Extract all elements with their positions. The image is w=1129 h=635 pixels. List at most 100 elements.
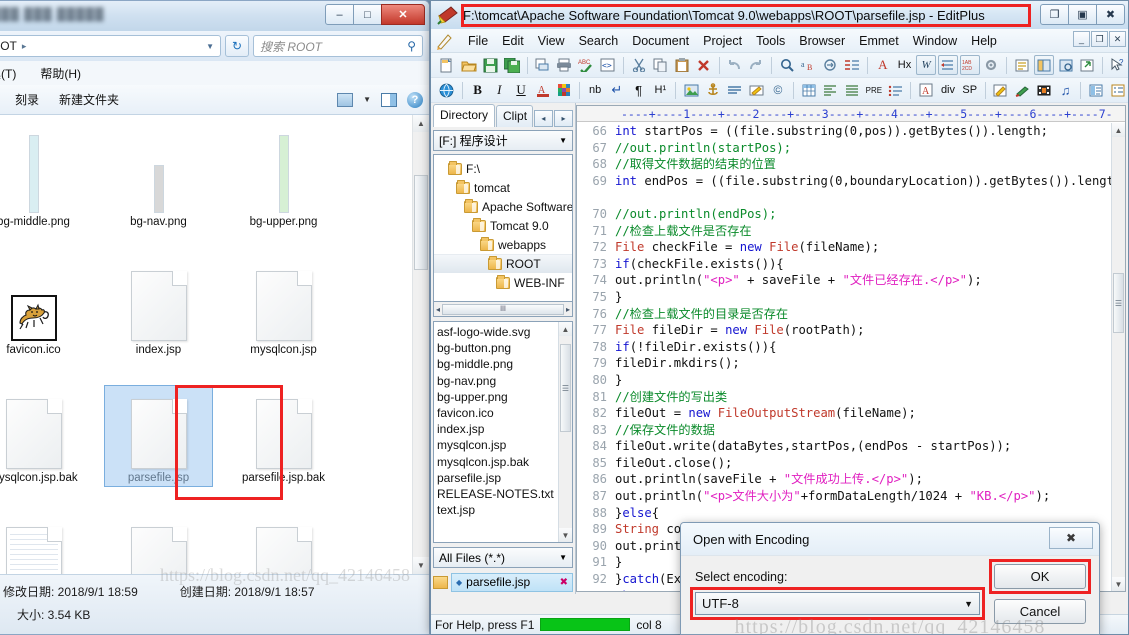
tree-node-root-selected[interactable]: ROOT: [434, 254, 572, 273]
list-item[interactable]: RELEASE-NOTES.txt: [437, 486, 572, 502]
script-icon[interactable]: [991, 80, 1011, 100]
tree-node-apache-software[interactable]: Apache Software: [434, 197, 572, 216]
indent-icon[interactable]: [842, 55, 862, 75]
anchor-icon[interactable]: [703, 80, 723, 100]
document-tab-parsefile[interactable]: ◆ parsefile.jsp ✖: [451, 572, 573, 592]
table-icon[interactable]: [799, 80, 819, 100]
tree-node-webapps[interactable]: webapps: [434, 235, 572, 254]
menu-project[interactable]: Project: [696, 32, 749, 50]
chevron-down-icon[interactable]: ▼: [363, 95, 371, 104]
scrollbar-thumb[interactable]: [414, 175, 428, 270]
file-item[interactable]: bg-middle.png: [0, 127, 96, 255]
auto-indent-icon[interactable]: [938, 55, 958, 75]
underline-icon[interactable]: U: [511, 80, 531, 100]
file-item[interactable]: bg-nav.png: [96, 127, 221, 255]
undo-icon[interactable]: [725, 55, 745, 75]
tab-next-button[interactable]: ▸: [553, 110, 573, 127]
explorer-titlebar[interactable]: ████ ███ ███ █████ – □ ✕: [0, 1, 429, 31]
new-file-icon[interactable]: [437, 55, 457, 75]
select-icon[interactable]: [1108, 80, 1128, 100]
list-item[interactable]: bg-nav.png: [437, 373, 572, 389]
file-item[interactable]: [96, 511, 221, 574]
file-item[interactable]: bg-upper.png: [221, 127, 346, 255]
drive-select[interactable]: [F:] 程序设计 ▼: [433, 130, 573, 151]
scroll-right-icon[interactable]: ▸: [566, 305, 570, 314]
video-icon[interactable]: [1034, 80, 1054, 100]
help-pointer-icon[interactable]: ?: [1108, 55, 1128, 75]
css-icon[interactable]: [1012, 80, 1032, 100]
list-icon[interactable]: [886, 80, 906, 100]
menu-file[interactable]: File: [461, 32, 495, 50]
save-all-icon[interactable]: [502, 55, 522, 75]
output-window-icon[interactable]: [1012, 55, 1032, 75]
explorer-close-button[interactable]: ✕: [381, 4, 425, 25]
save-icon[interactable]: [480, 55, 500, 75]
refresh-icon[interactable]: ↻: [225, 35, 249, 57]
toolbar-new-folder-button[interactable]: 新建文件夹: [59, 91, 119, 108]
folder-icon[interactable]: [433, 575, 448, 589]
file-list-scrollbar[interactable]: ▲ ☰ ▼: [558, 322, 572, 542]
file-item[interactable]: mysqlcon.jsp.bak: [0, 383, 96, 511]
list-item[interactable]: text.jsp: [437, 502, 572, 518]
scroll-down-icon[interactable]: ▼: [1112, 577, 1125, 591]
clip-window-icon[interactable]: [1056, 55, 1076, 75]
chevron-down-icon[interactable]: ▼: [206, 42, 214, 51]
menu-view[interactable]: View: [531, 32, 572, 50]
sp-icon[interactable]: SP: [960, 80, 980, 100]
file-item[interactable]: [221, 511, 346, 574]
color-palette-icon[interactable]: [555, 80, 575, 100]
copyright-icon[interactable]: ©: [768, 80, 788, 100]
delete-icon[interactable]: [694, 55, 714, 75]
scroll-up-icon[interactable]: ▲: [1112, 123, 1125, 137]
settings-icon[interactable]: [982, 55, 1002, 75]
anchor-name-icon[interactable]: A: [916, 80, 936, 100]
menu-browser[interactable]: Browser: [792, 32, 852, 50]
view-mode-icon[interactable]: [337, 92, 354, 107]
tab-directory[interactable]: Directory: [433, 104, 496, 127]
align-left-icon[interactable]: [821, 80, 841, 100]
menu-tools[interactable]: Tools: [749, 32, 792, 50]
explorer-minimize-button[interactable]: –: [325, 4, 354, 25]
dialog-close-button[interactable]: ✖: [1049, 527, 1093, 549]
tree-node-tomcat[interactable]: tomcat: [434, 178, 572, 197]
menu-edit[interactable]: Edit: [495, 32, 531, 50]
breadcrumb[interactable]: ps ▸ ROOT ▸ ▼: [0, 35, 221, 57]
pre-icon[interactable]: PRE: [864, 80, 884, 100]
expand-icon[interactable]: [1077, 55, 1097, 75]
editplus-titlebar[interactable]: F:\tomcat\Apache Software Foundation\Tom…: [431, 1, 1128, 29]
list-item[interactable]: favicon.ico: [437, 405, 572, 421]
paragraph-icon[interactable]: ¶: [629, 80, 649, 100]
tree-node-root-drive[interactable]: F:\: [434, 159, 572, 178]
file-filter-select[interactable]: All Files (*.*) ▼: [433, 547, 573, 568]
tab-prev-button[interactable]: ◂: [533, 110, 553, 127]
explorer-maximize-button[interactable]: □: [353, 4, 382, 25]
file-grid-area[interactable]: bg-middle.png bg-nav.png bg-upper.png fa…: [0, 115, 429, 574]
align-justify-icon[interactable]: [842, 80, 862, 100]
form-icon[interactable]: [746, 80, 766, 100]
cut-icon[interactable]: [629, 55, 649, 75]
help-icon[interactable]: ?: [407, 91, 423, 108]
scroll-up-icon[interactable]: ▲: [413, 115, 429, 132]
search-input[interactable]: 搜索 ROOT ⚲: [253, 35, 423, 57]
browser-icon[interactable]: [437, 80, 457, 100]
list-item[interactable]: mysqlcon.jsp.bak: [437, 454, 572, 470]
cancel-button[interactable]: Cancel: [994, 599, 1086, 624]
tab-cliptext[interactable]: Clipt: [496, 105, 533, 127]
list-item[interactable]: bg-upper.png: [437, 389, 572, 405]
list-item[interactable]: bg-button.png: [437, 340, 572, 356]
scroll-down-icon[interactable]: ▼: [559, 528, 572, 542]
directory-tree[interactable]: F:\ tomcat Apache Software Tomcat 9.0 we…: [433, 154, 573, 302]
code-editor[interactable]: ----+----1----+----2----+----3----+----4…: [576, 105, 1126, 592]
editplus-maximize-button[interactable]: ▣: [1068, 4, 1097, 25]
goto-icon[interactable]: [821, 55, 841, 75]
mdi-minimize-button[interactable]: _: [1073, 31, 1090, 47]
tree-node-web-inf[interactable]: WEB-INF: [434, 273, 572, 292]
print-icon[interactable]: [555, 55, 575, 75]
mdi-restore-button[interactable]: ❐: [1091, 31, 1108, 47]
html-tag-icon[interactable]: <>: [598, 55, 618, 75]
horizontal-rule-icon[interactable]: [725, 80, 745, 100]
line-break-icon[interactable]: ↵: [607, 80, 627, 100]
directory-window-icon[interactable]: [1033, 55, 1054, 75]
scroll-up-icon[interactable]: ▲: [559, 322, 572, 336]
menu-item-tools[interactable]: 工具(T): [0, 63, 20, 84]
